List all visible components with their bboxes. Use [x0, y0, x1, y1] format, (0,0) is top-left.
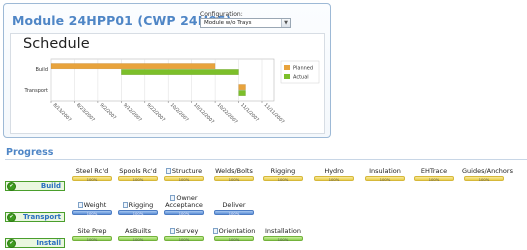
- legend-swatch: [284, 65, 290, 70]
- progress-task[interactable]: Insulation 100%: [363, 167, 407, 182]
- progress-task[interactable]: EHTrace 100%: [412, 167, 456, 182]
- document-icon[interactable]: [212, 228, 218, 234]
- progress-row-transport[interactable]: ✔ Transport: [5, 212, 65, 222]
- progress-divider: [5, 159, 527, 160]
- task-name: Steel Rc'd: [75, 167, 109, 175]
- gantt-bar-planned: [50, 63, 216, 70]
- progress-task[interactable]: Orientation 100%: [212, 228, 256, 242]
- progress-task[interactable]: Installation 100%: [261, 227, 305, 242]
- progress-task[interactable]: Rigging 100%: [261, 167, 305, 182]
- progress-task[interactable]: Welds/Bolts 100%: [212, 167, 256, 182]
- task-name: Orientation: [212, 228, 256, 235]
- progress-bar: 100%: [118, 176, 158, 182]
- y-category-label: Transport: [24, 88, 49, 94]
- progress-task[interactable]: Survey 100%: [162, 228, 206, 242]
- progress-bar: 100%: [263, 236, 303, 242]
- progress-task[interactable]: Site Prep 100%: [70, 227, 114, 242]
- task-name: Welds/Bolts: [215, 167, 253, 175]
- progress-task[interactable]: AsBuilts 100%: [116, 227, 160, 242]
- gantt-bar-actual: [121, 69, 239, 75]
- task-name: Rigging: [116, 202, 160, 209]
- task-name: Guides/Anchors: [462, 167, 513, 175]
- progress-bar: 100%: [164, 176, 204, 182]
- schedule-chart: Schedule 8/13/2007 8/23/2007 9/2/2007 9/12/…: [10, 33, 325, 134]
- document-icon[interactable]: [77, 202, 83, 208]
- document-icon[interactable]: [165, 168, 171, 174]
- progress-bar: 100%: [118, 210, 158, 216]
- chevron-down-icon[interactable]: ▼: [281, 19, 290, 27]
- task-name: Hydro: [324, 167, 344, 175]
- task-name: Survey: [162, 228, 206, 235]
- progress-header: Progress: [6, 147, 54, 158]
- y-category-label: Build: [35, 67, 48, 73]
- progress-task[interactable]: Weight 100%: [70, 202, 114, 216]
- progress-bar: 100%: [365, 176, 405, 182]
- task-name: Site Prep: [77, 227, 107, 235]
- task-name: EHTrace: [420, 167, 448, 175]
- progress-row-build[interactable]: ✔ Build: [5, 181, 65, 191]
- gantt-chart: 8/13/2007 8/23/2007 9/2/2007 9/12/2007 9/22/…: [24, 58, 320, 125]
- gantt-bar-planned: [238, 84, 246, 91]
- document-icon[interactable]: [169, 228, 175, 234]
- progress-bar: 100%: [214, 176, 254, 182]
- progress-task[interactable]: Hydro 100%: [312, 167, 356, 182]
- progress-bar: 100%: [314, 176, 354, 182]
- x-tick-label: 8/13/2007: [52, 102, 73, 123]
- x-tick-label: 9/12/2007: [122, 102, 143, 123]
- progress-row-label: Build: [40, 182, 61, 190]
- x-tick-label: 11/1/2007: [239, 102, 260, 123]
- progress-task[interactable]: Steel Rc'd 100%: [70, 167, 114, 182]
- configuration-label: Configuration:: [200, 11, 243, 18]
- module-title: Module 24HPP01 (CWP 24H05): [12, 13, 232, 28]
- x-tick-label: 10/12/2007: [192, 102, 215, 125]
- legend-label: Actual: [293, 74, 309, 80]
- check-icon: ✔: [7, 239, 16, 248]
- check-icon: ✔: [7, 182, 16, 191]
- progress-task[interactable]: Spools Rc'd 100%: [116, 167, 160, 182]
- schedule-panel: Module 24HPP01 (CWP 24H05) Configuration…: [3, 3, 331, 138]
- progress-bar: 100%: [414, 176, 454, 182]
- document-icon[interactable]: [122, 202, 128, 208]
- progress-row-label: Transport: [23, 213, 61, 221]
- task-name-line2: Acceptance: [165, 201, 203, 209]
- progress-row-install[interactable]: ✔ Install: [5, 238, 65, 248]
- progress-task[interactable]: Owner Acceptance 100%: [162, 195, 206, 216]
- progress-bar: 100%: [214, 236, 254, 242]
- progress-task[interactable]: Deliver 100%: [212, 201, 256, 216]
- progress-bar: 100%: [164, 210, 204, 216]
- progress-task[interactable]: Structure 100%: [162, 168, 206, 182]
- x-tick-label: 11/11/2007: [263, 102, 286, 125]
- check-icon: ✔: [7, 213, 16, 222]
- x-tick-label: 9/22/2007: [145, 102, 166, 123]
- x-tick-label: 8/23/2007: [75, 102, 96, 123]
- progress-bar: 100%: [72, 236, 112, 242]
- x-tick-label: 10/22/2007: [216, 102, 239, 125]
- task-name: Insulation: [369, 167, 401, 175]
- legend-label: Planned: [293, 65, 313, 71]
- x-tick-label: 9/2/2007: [98, 102, 117, 121]
- task-name: AsBuilts: [125, 227, 151, 235]
- task-name: Structure: [162, 168, 206, 175]
- x-tick-label: 10/2/2007: [169, 102, 190, 123]
- task-name: Installation: [264, 227, 301, 235]
- task-name: Rigging: [270, 167, 296, 175]
- progress-bar: 100%: [72, 176, 112, 182]
- progress-bar: 100%: [263, 176, 303, 182]
- progress-bar: 100%: [464, 176, 504, 182]
- task-name: Spools Rc'd: [119, 167, 157, 175]
- task-name: Weight: [70, 202, 114, 209]
- configuration-select[interactable]: Module w/o Trays ▼: [200, 18, 291, 28]
- progress-bar: 100%: [72, 210, 112, 216]
- progress-bar: 100%: [214, 210, 254, 216]
- gantt-bar-actual: [238, 90, 246, 96]
- legend-swatch: [284, 74, 290, 79]
- progress-task[interactable]: Guides/Anchors 100%: [462, 167, 513, 183]
- progress-bar: 100%: [118, 236, 158, 242]
- configuration-value: Module w/o Trays: [204, 20, 252, 26]
- progress-row-label: Install: [36, 239, 61, 247]
- progress-bar: 100%: [164, 236, 204, 242]
- progress-task[interactable]: Rigging 100%: [116, 202, 160, 216]
- task-name: Deliver: [222, 201, 246, 209]
